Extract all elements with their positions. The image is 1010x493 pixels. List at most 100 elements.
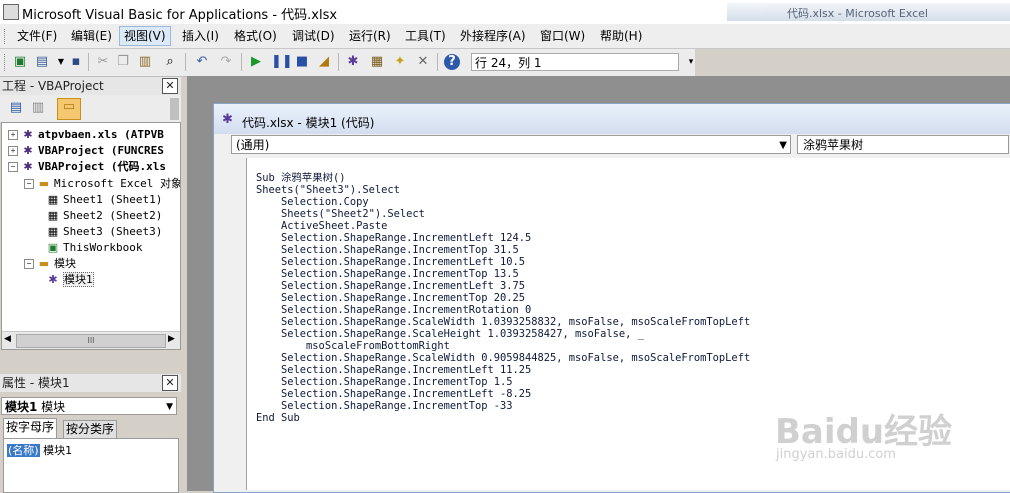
tab-alphabetic[interactable]: 按字母序 [3,418,58,438]
code-line: Selection.ShapeRange.ScaleWidth 1.039325… [256,316,751,328]
code-line: Selection.ShapeRange.IncrementLeft 10.5 [256,256,525,268]
expand-icon[interactable]: + [8,130,18,140]
folder-icon: ▬ [38,177,50,190]
scroll-right-icon[interactable]: ▶ [168,334,175,344]
menu-addins[interactable]: 外接程序(A) [456,27,530,45]
toolbar-options-icon[interactable]: ▾ [683,54,699,70]
property-row[interactable]: (名称) 模块1 [7,442,72,458]
object-browser-icon[interactable]: ✦ [392,54,408,70]
menu-tools[interactable]: 工具(T) [401,27,450,45]
tree-item-label: Sheet1 (Sheet1) [63,193,163,206]
break-icon[interactable]: ❚❚ [271,54,293,70]
menu-grip[interactable] [4,29,8,44]
tree-item-label: ThisWorkbook [63,241,143,254]
module-icon: ✱ [222,112,233,127]
code-window-title: 代码.xlsx - 模块1 (代码) [242,116,375,130]
menu-bar: 文件(F) 编辑(E) 视图(V) 插入(I) 格式(O) 调试(D) 运行(R… [0,24,1010,49]
menu-debug[interactable]: 调试(D) [288,27,339,45]
toggle-folders-icon[interactable]: ▭ [57,98,81,120]
redo-icon[interactable]: ↷ [218,54,234,70]
scroll-thumb[interactable]: III [16,334,166,348]
code-line: Selection.ShapeRange.IncrementLeft -8.25 [256,388,532,400]
code-line: msoScaleFromBottomRight [256,340,450,352]
menu-insert[interactable]: 插入(I) [178,27,223,45]
project-pane-toolbar: ▤ ▥ ▭ [0,95,181,122]
chevron-down-icon[interactable]: ▼ [779,136,787,155]
scroll-left-icon[interactable]: ◀ [4,334,11,344]
undo-icon[interactable]: ↶ [194,54,210,70]
code-line: Sub 涂鸦苹果树() [256,172,346,184]
insert-module-icon[interactable]: ▤ [34,54,50,70]
close-icon[interactable]: ✕ [162,375,178,391]
tree-item-sheet2[interactable]: ▦ Sheet2 (Sheet2) [46,208,163,223]
chevron-down-icon[interactable]: ▼ [166,398,173,416]
toolbox-icon[interactable]: ✕ [415,54,431,70]
dropdown-arrow-icon[interactable]: ▼ [53,54,69,70]
code-line: Selection.ShapeRange.ScaleHeight 1.03932… [256,328,644,340]
project-pane-title: 工程 - VBAProject ✕ [0,77,181,95]
tree-item-funcres[interactable]: + ✱ VBAProject (FUNCRES [8,143,164,158]
help-icon[interactable]: ? [444,54,460,70]
menu-format[interactable]: 格式(O) [230,27,281,45]
paste-icon[interactable]: ▥ [137,54,153,70]
menu-view[interactable]: 视图(V) [119,26,171,46]
collapse-icon[interactable]: − [24,179,34,189]
menu-help[interactable]: 帮助(H) [596,27,646,45]
view-code-icon[interactable]: ▤ [8,100,24,116]
close-icon[interactable]: ✕ [162,78,178,94]
toolbar-grip[interactable] [4,54,8,71]
object-combo[interactable]: (通用) ▼ [231,135,791,154]
procedure-combo[interactable]: 涂鸦苹果树 [797,135,1009,154]
menu-window[interactable]: 窗口(W) [536,27,589,45]
code-line: Selection.ShapeRange.IncrementLeft 124.5 [256,232,532,244]
tree-item-thisworkbook[interactable]: ▣ ThisWorkbook [46,240,143,255]
menu-file[interactable]: 文件(F) [13,27,61,45]
menu-edit[interactable]: 编辑(E) [67,27,116,45]
tree-item-excel-objects[interactable]: − ▬ Microsoft Excel 对象 [24,176,180,191]
procedure-combo-value: 涂鸦苹果树 [803,138,864,152]
code-line: Selection.ShapeRange.IncrementTop 31.5 [256,244,519,256]
view-excel-icon[interactable]: ▣ [12,54,28,70]
menu-run[interactable]: 运行(R) [345,27,395,45]
view-object-icon[interactable]: ▥ [30,100,46,116]
save-icon[interactable]: ▪ [68,54,84,70]
tree-item-module1[interactable]: ✱ 模块1 [46,272,94,287]
code-line: Selection.ShapeRange.ScaleWidth 0.905984… [256,352,751,364]
project-explorer-icon[interactable]: ✱ [345,54,361,70]
tree-item-sheet3[interactable]: ▦ Sheet3 (Sheet3) [46,224,163,239]
code-window-titlebar[interactable]: ✱ 代码.xlsx - 模块1 (代码) [214,104,1010,134]
tree-item-modules-folder[interactable]: − ▬ 模块 [24,256,76,271]
tree-item-vbaproject[interactable]: − ✱ VBAProject (代码.xls [8,159,166,174]
toolbar-separator [185,53,186,71]
vba-app-icon [3,4,19,20]
pane-scroll-stub[interactable] [170,98,179,120]
collapse-icon[interactable]: − [8,162,18,172]
tree-item-sheet1[interactable]: ▦ Sheet1 (Sheet1) [46,192,163,207]
tree-item-atpvbaen[interactable]: + ✱ atpvbaen.xls (ATPVB [8,127,164,142]
object-selector[interactable]: 模块1 模块 ▼ [1,397,177,415]
cursor-position: 行 24，列 1 [471,53,679,71]
find-icon[interactable]: ⌕ [162,54,178,70]
properties-pane-title-text: 属性 - 模块1 [2,376,70,390]
property-key: (名称) [7,444,40,457]
property-value[interactable]: 模块1 [43,444,72,457]
code-line: Sheets("Sheet2").Select [256,208,425,220]
tab-categorized[interactable]: 按分类序 [63,420,118,438]
tree-item-label: VBAProject (代码.xls [38,160,166,173]
design-mode-icon[interactable]: ◢ [316,54,332,70]
workbook-icon: ▣ [47,241,59,254]
properties-window-icon[interactable]: ▦ [369,54,385,70]
run-icon[interactable]: ▶ [248,54,264,70]
tree-item-label: atpvbaen.xls (ATPVB [38,128,164,141]
tree-item-label: 模块 [54,257,76,270]
project-icon: ✱ [23,128,33,141]
collapse-icon[interactable]: − [24,259,34,269]
tree-hscrollbar[interactable]: ◀ III ▶ [2,331,180,349]
reset-icon[interactable]: ■ [294,54,310,70]
expand-icon[interactable]: + [8,146,18,156]
baidu-watermark: Baidu经验 [775,412,953,452]
copy-icon[interactable]: ❐ [115,54,131,70]
code-line: ActiveSheet.Paste [256,220,388,232]
cut-icon[interactable]: ✂ [95,54,111,70]
project-pane-title-text: 工程 - VBAProject [2,79,104,93]
